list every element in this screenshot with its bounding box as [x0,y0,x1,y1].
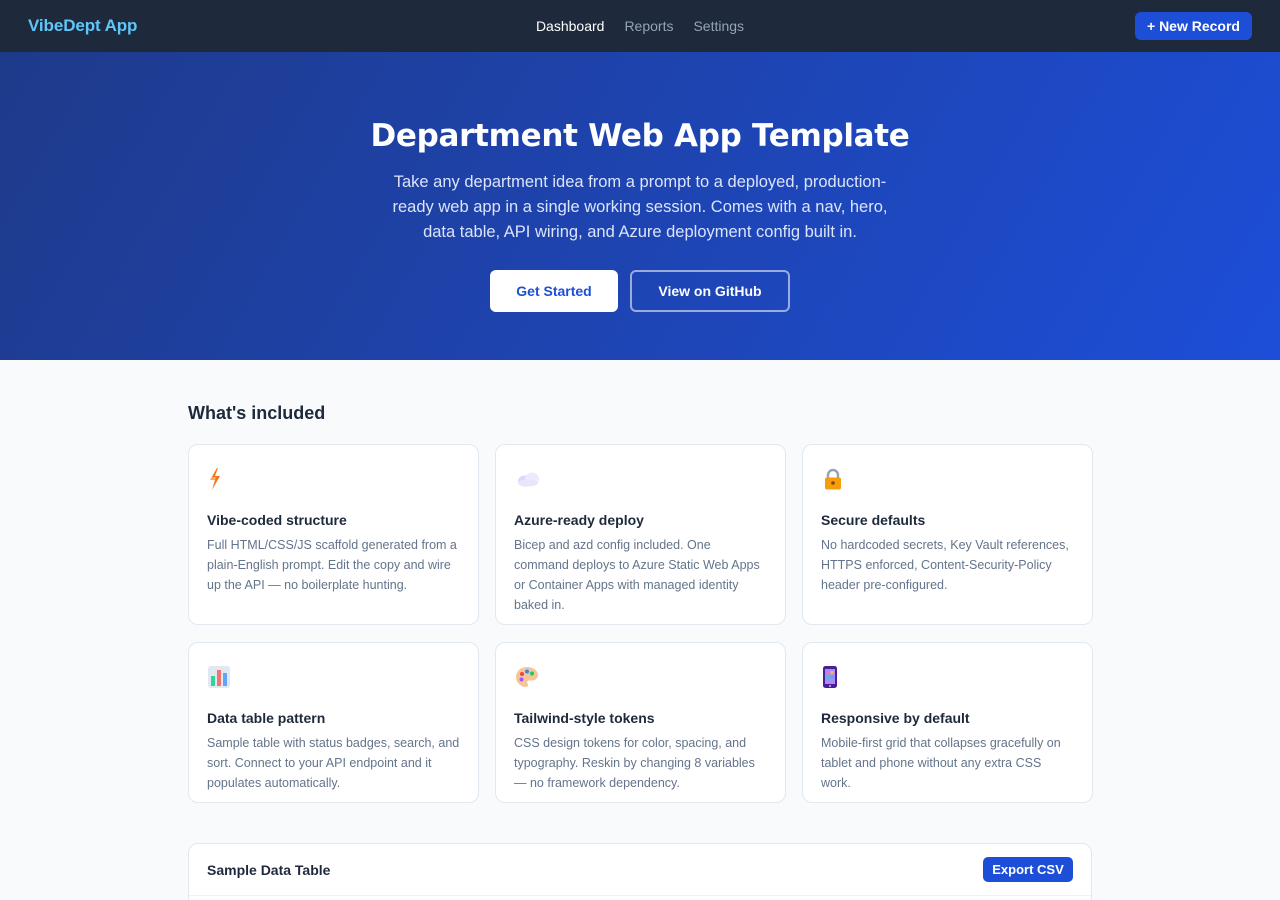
feature-title: Responsive by default [821,710,970,726]
feature-card-secure-defaults: Secure defaults No hardcoded secrets, Ke… [802,444,1093,625]
feature-card-design-tokens: Tailwind-style tokens CSS design tokens … [495,642,786,803]
top-nav: VibeDept App Dashboard Reports Settings … [0,0,1280,52]
nav-link-settings[interactable]: Settings [693,18,744,34]
lock-icon [821,467,1074,491]
feature-card-vibe-coded: Vibe-coded structure Full HTML/CSS/JS sc… [188,444,479,625]
feature-title: Vibe-coded structure [207,512,347,528]
nav-link-reports[interactable]: Reports [624,18,673,34]
feature-text: Full HTML/CSS/JS scaffold generated from… [207,538,457,592]
cloud-icon [514,467,767,491]
view-on-github-button[interactable]: View on GitHub [630,270,790,312]
export-csv-button[interactable]: Export CSV [983,857,1073,882]
feature-text: CSS design tokens for color, spacing, an… [514,736,755,790]
get-started-button[interactable]: Get Started [490,270,618,312]
features-heading: What's included [188,403,326,423]
feature-card-responsive: Responsive by default Mobile-first grid … [802,642,1093,803]
feature-text: No hardcoded secrets, Key Vault referenc… [821,538,1069,592]
mobile-phone-icon [821,665,1074,689]
features-section: What's included Vibe-coded structure Ful… [188,360,1093,803]
feature-title: Secure defaults [821,512,926,528]
feature-title: Tailwind-style tokens [514,710,655,726]
feature-card-azure-deploy: Azure-ready deploy Bicep and azd config … [495,444,786,625]
nav-links: Dashboard Reports Settings [0,0,1280,52]
hero-subtitle: Take any department idea from a prompt t… [392,173,888,241]
brand-logo[interactable]: VibeDept App [28,16,137,36]
feature-text: Sample table with status badges, search,… [207,736,460,790]
feature-title: Azure-ready deploy [514,512,644,528]
hero-section: Department Web App Template Take any dep… [0,52,1280,360]
feature-title: Data table pattern [207,710,326,726]
features-grid: Vibe-coded structure Full HTML/CSS/JS sc… [188,444,1093,803]
nav-link-dashboard[interactable]: Dashboard [536,18,605,34]
hero-title: Department Web App Template [370,118,910,154]
table-title: Sample Data Table [207,861,331,878]
bar-chart-icon [207,665,460,689]
palette-icon [514,665,767,689]
table-header: Sample Data Table Export CSV [189,844,1091,896]
lightning-icon [207,467,460,491]
feature-text: Bicep and azd config included. One comma… [514,538,760,612]
hero-actions: Get Started View on GitHub [0,270,1280,312]
feature-card-data-table: Data table pattern Sample table with sta… [188,642,479,803]
new-record-button[interactable]: + New Record [1135,12,1252,40]
sample-data-table: Sample Data Table Export CSV [188,843,1092,900]
feature-text: Mobile-first grid that collapses gracefu… [821,736,1061,790]
